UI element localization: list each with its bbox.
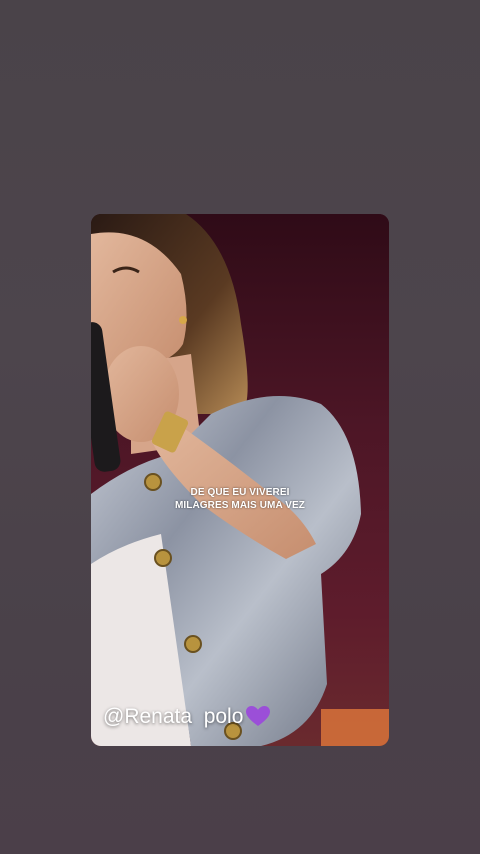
lyric-line-1: DE QUE EU VIVEREI [190, 487, 290, 498]
mention-handle-text: @Renata polo [103, 705, 244, 728]
lyric-caption: DE QUE EU VIVEREI MILAGRES MAIS UMA VEZ [91, 486, 389, 512]
story-media-card[interactable]: DE QUE EU VIVEREI MILAGRES MAIS UMA VEZ … [91, 214, 389, 746]
lyric-line-2: MILAGRES MAIS UMA VEZ [174, 500, 306, 511]
purple-heart-icon [246, 706, 271, 726]
story-video-frame [91, 214, 389, 746]
mention-sticker[interactable]: @Renata polo [103, 704, 271, 730]
